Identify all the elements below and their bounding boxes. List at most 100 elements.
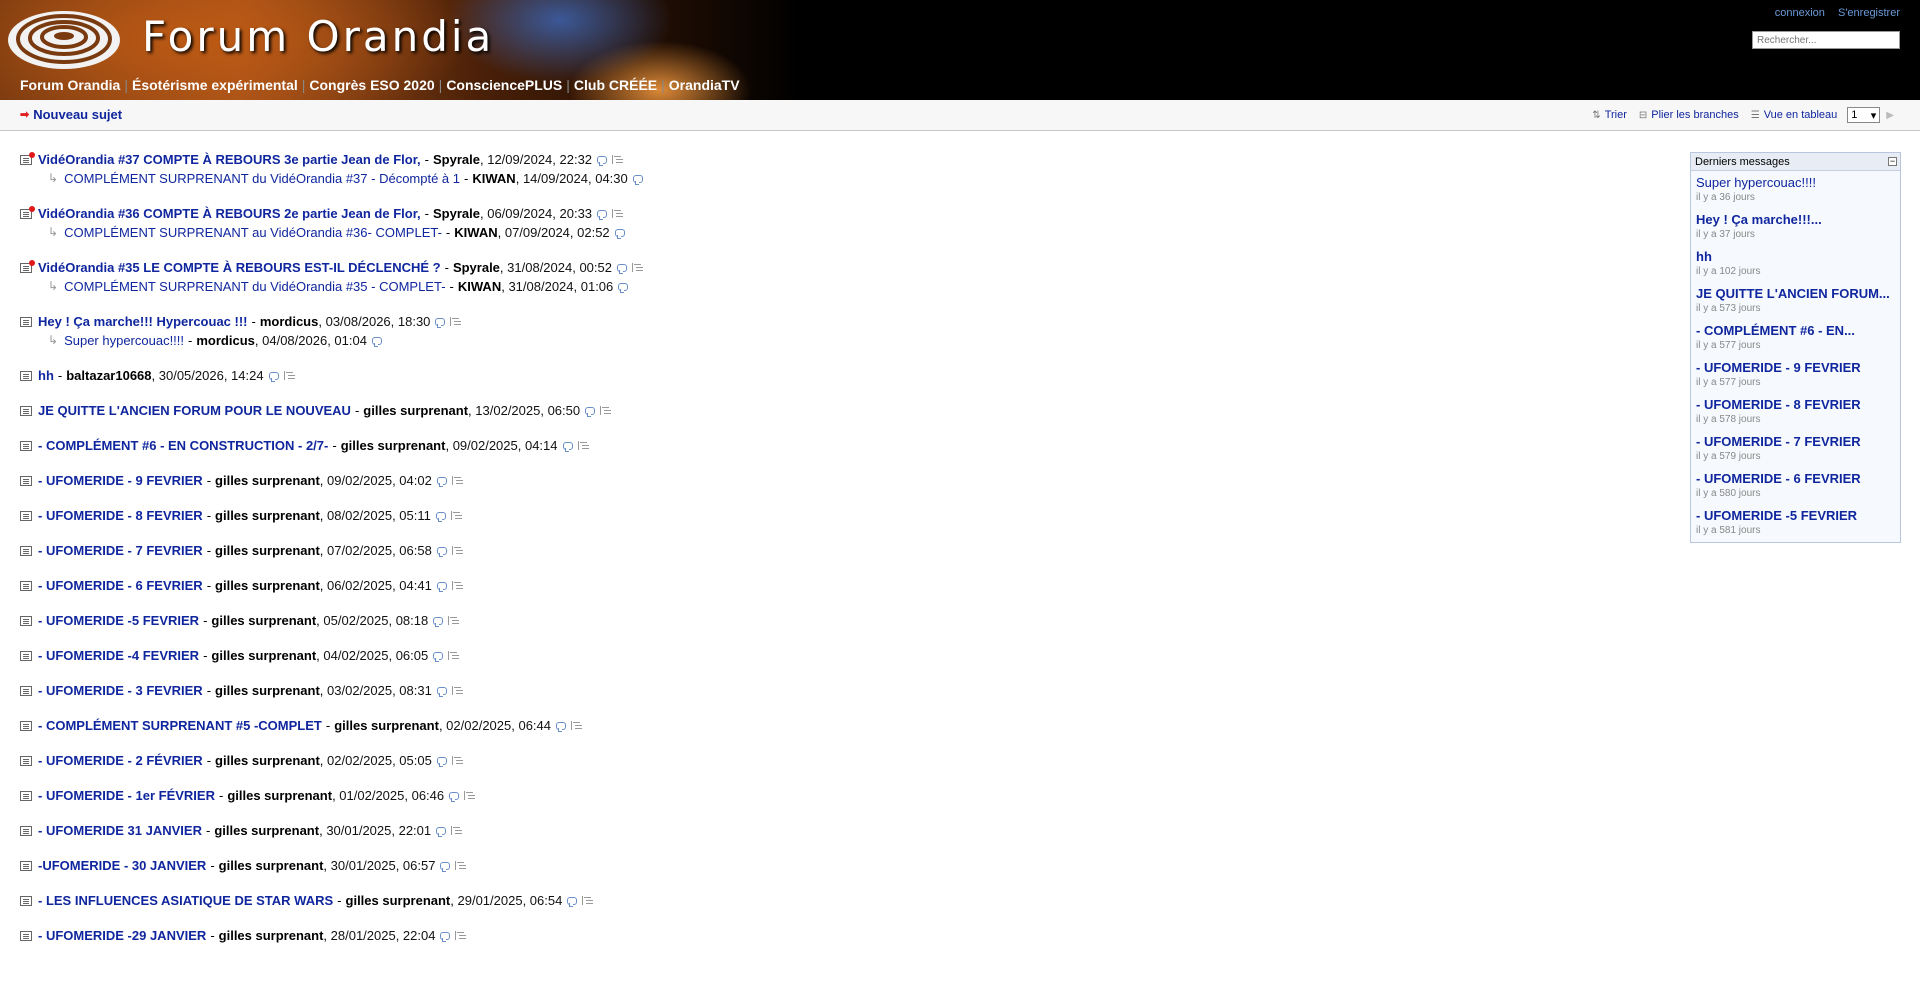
login-link[interactable]: connexion (1775, 7, 1825, 19)
thread-tree-icon[interactable] (450, 317, 460, 326)
reply-icon[interactable] (440, 861, 451, 872)
reply-author[interactable]: KIWAN (454, 223, 497, 242)
thread-tree-icon[interactable] (455, 931, 465, 940)
thread-subject-link[interactable]: - UFOMERIDE - 3 FEVRIER (38, 681, 203, 700)
thread-tree-icon[interactable] (283, 371, 294, 380)
reply-icon[interactable] (436, 756, 447, 767)
latest-message-link[interactable]: - COMPLÉMENT #6 - EN... (1696, 323, 1895, 338)
orandia-logo[interactable] (6, 6, 122, 70)
thread-subject-link[interactable]: JE QUITTE L'ANCIEN FORUM POUR LE NOUVEAU (38, 401, 351, 420)
thread-author[interactable]: gilles surprenant (219, 926, 324, 945)
thread-author[interactable]: gilles surprenant (215, 541, 320, 560)
reply-icon[interactable] (585, 406, 596, 417)
thread-author[interactable]: gilles surprenant (227, 786, 332, 805)
next-page-icon[interactable]: ▶ (1886, 110, 1894, 121)
table-view-button[interactable]: ☰ Vue en tableau (1751, 109, 1838, 121)
reply-icon[interactable] (436, 686, 447, 697)
thread-author[interactable]: Spyrale (453, 258, 500, 277)
thread-tree-icon[interactable] (448, 651, 458, 660)
reply-author[interactable]: KIWAN (458, 277, 501, 296)
thread-tree-icon[interactable] (600, 406, 610, 415)
thread-tree-icon[interactable] (451, 686, 462, 695)
thread-author[interactable]: gilles surprenant (215, 471, 320, 490)
thread-subject-link[interactable]: Hey ! Ça marche!!! Hypercouac !!! (38, 312, 248, 331)
reply-icon[interactable] (436, 581, 447, 592)
thread-tree-icon[interactable] (582, 896, 592, 905)
thread-author[interactable]: gilles surprenant (215, 576, 320, 595)
reply-subject-link[interactable]: COMPLÉMENT SURPRENANT du VidéOrandia #35… (64, 277, 445, 296)
latest-message-link[interactable]: JE QUITTE L'ANCIEN FORUM... (1696, 286, 1895, 301)
thread-tree-icon[interactable] (571, 721, 581, 730)
reply-icon[interactable] (433, 616, 444, 627)
nav-esoterisme[interactable]: Ésotérisme expérimental (132, 77, 298, 93)
nav-conscienceplus[interactable]: ConsciencePLUS (446, 77, 562, 93)
reply-icon[interactable] (556, 721, 566, 732)
thread-subject-link[interactable]: - UFOMERIDE - 1er FÉVRIER (38, 786, 215, 805)
thread-subject-link[interactable]: - UFOMERIDE - 9 FEVRIER (38, 471, 203, 490)
nav-club-creee[interactable]: Club CRÉÉE (574, 77, 657, 93)
thread-tree-icon[interactable] (451, 581, 462, 590)
latest-message-link[interactable]: - UFOMERIDE - 6 FEVRIER (1696, 471, 1895, 486)
reply-icon[interactable] (435, 511, 446, 522)
reply-author[interactable]: KIWAN (472, 169, 515, 188)
thread-author[interactable]: Spyrale (433, 150, 480, 169)
thread-subject-link[interactable]: hh (38, 366, 54, 385)
reply-icon[interactable] (616, 263, 627, 274)
thread-author[interactable]: gilles surprenant (346, 891, 451, 910)
nav-congres[interactable]: Congrès ESO 2020 (309, 77, 434, 93)
thread-tree-icon[interactable] (451, 826, 461, 835)
reply-icon[interactable] (371, 336, 382, 347)
sort-button[interactable]: ⇅ Trier (1592, 109, 1627, 121)
reply-icon[interactable] (436, 546, 447, 557)
collapse-icon[interactable]: − (1888, 157, 1897, 166)
thread-author[interactable]: Spyrale (433, 204, 480, 223)
thread-tree-icon[interactable] (451, 476, 462, 485)
thread-tree-icon[interactable] (450, 511, 461, 520)
thread-subject-link[interactable]: - UFOMERIDE - 2 FÉVRIER (38, 751, 203, 770)
latest-message-link[interactable]: Super hypercouac!!!! (1696, 175, 1895, 190)
thread-subject-link[interactable]: VidéOrandia #35 LE COMPTE À REBOURS EST-… (38, 258, 441, 277)
search-input[interactable] (1752, 31, 1900, 49)
thread-tree-icon[interactable] (451, 546, 462, 555)
thread-subject-link[interactable]: -UFOMERIDE - 30 JANVIER (38, 856, 206, 875)
thread-author[interactable]: gilles surprenant (214, 821, 319, 840)
thread-author[interactable]: gilles surprenant (341, 436, 446, 455)
new-topic-button[interactable]: ➡ Nouveau sujet (20, 107, 122, 122)
reply-author[interactable]: mordicus (196, 331, 255, 350)
latest-message-link[interactable]: Hey ! Ça marche!!!... (1696, 212, 1895, 227)
thread-subject-link[interactable]: - UFOMERIDE -29 JANVIER (38, 926, 206, 945)
reply-icon[interactable] (597, 155, 608, 166)
latest-message-link[interactable]: - UFOMERIDE -5 FEVRIER (1696, 508, 1895, 523)
thread-subject-link[interactable]: - UFOMERIDE -5 FEVRIER (38, 611, 199, 630)
thread-tree-icon[interactable] (448, 616, 458, 625)
reply-subject-link[interactable]: Super hypercouac!!!! (64, 331, 184, 350)
thread-author[interactable]: gilles surprenant (211, 646, 316, 665)
reply-icon[interactable] (632, 174, 643, 185)
thread-subject-link[interactable]: VidéOrandia #36 COMPTE À REBOURS 2e part… (38, 204, 421, 223)
thread-subject-link[interactable]: - COMPLÉMENT #6 - EN CONSTRUCTION - 2/7- (38, 436, 328, 455)
latest-message-link[interactable]: - UFOMERIDE - 9 FEVRIER (1696, 360, 1895, 375)
thread-subject-link[interactable]: - UFOMERIDE - 7 FEVRIER (38, 541, 203, 560)
thread-tree-icon[interactable] (464, 791, 474, 800)
reply-icon[interactable] (562, 441, 573, 452)
thread-subject-link[interactable]: - COMPLÉMENT SURPRENANT #5 -COMPLET (38, 716, 322, 735)
thread-subject-link[interactable]: - UFOMERIDE - 8 FEVRIER (38, 506, 203, 525)
reply-icon[interactable] (268, 371, 279, 382)
thread-author[interactable]: gilles surprenant (363, 401, 468, 420)
thread-author[interactable]: baltazar10668 (66, 366, 151, 385)
nav-orandiatv[interactable]: OrandiaTV (669, 77, 740, 93)
reply-icon[interactable] (436, 826, 447, 837)
reply-subject-link[interactable]: COMPLÉMENT SURPRENANT au VidéOrandia #36… (64, 223, 442, 242)
nav-forum-orandia[interactable]: Forum Orandia (20, 77, 120, 93)
reply-icon[interactable] (597, 209, 608, 220)
site-title[interactable]: Forum Orandia (142, 12, 494, 61)
reply-icon[interactable] (449, 791, 460, 802)
register-link[interactable]: S'enregistrer (1838, 7, 1900, 19)
thread-tree-icon[interactable] (455, 861, 465, 870)
thread-subject-link[interactable]: - UFOMERIDE - 6 FEVRIER (38, 576, 203, 595)
latest-message-link[interactable]: - UFOMERIDE - 8 FEVRIER (1696, 397, 1895, 412)
thread-tree-icon[interactable] (612, 155, 622, 164)
thread-author[interactable]: mordicus (260, 312, 319, 331)
latest-message-link[interactable]: - UFOMERIDE - 7 FEVRIER (1696, 434, 1895, 449)
reply-icon[interactable] (618, 282, 629, 293)
